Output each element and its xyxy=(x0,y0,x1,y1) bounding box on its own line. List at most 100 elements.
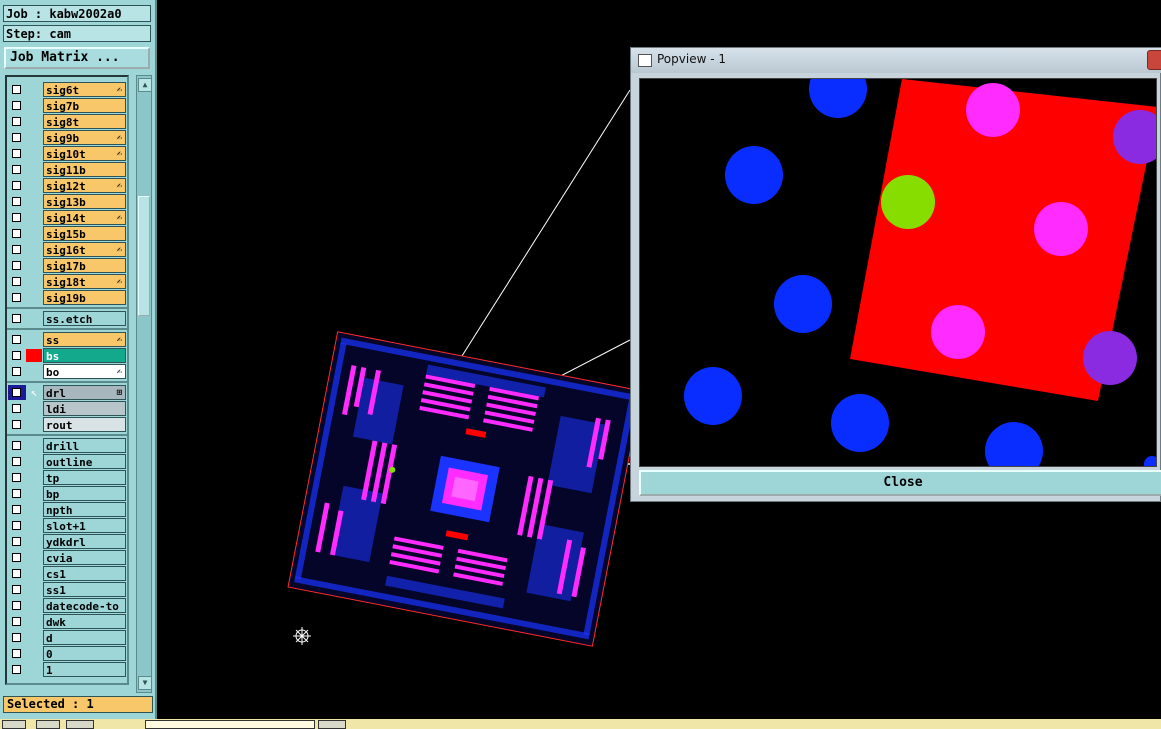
layer-affected-checkbox[interactable] xyxy=(12,165,21,174)
layer-name[interactable]: bs xyxy=(43,348,126,363)
layer-name[interactable]: sig18t ✍ xyxy=(43,274,126,289)
layer-row-1[interactable]: 1 xyxy=(8,662,126,677)
layer-row-tp[interactable]: tp xyxy=(8,470,126,485)
layer-row-sig14t[interactable]: sig14t ✍ xyxy=(8,210,126,225)
layer-name[interactable]: tp xyxy=(43,470,126,485)
layer-affected-checkbox[interactable] xyxy=(12,457,21,466)
layer-checkbox-area[interactable] xyxy=(8,550,26,565)
layer-affected-checkbox[interactable] xyxy=(12,505,21,514)
layer-affected-checkbox[interactable] xyxy=(12,101,21,110)
layer-name[interactable]: dwk xyxy=(43,614,126,629)
layer-affected-checkbox[interactable] xyxy=(12,367,21,376)
layer-affected-checkbox[interactable] xyxy=(12,649,21,658)
layer-name[interactable]: rout xyxy=(43,417,126,432)
layer-checkbox-area[interactable] xyxy=(8,130,26,145)
layer-row-0[interactable]: 0 xyxy=(8,646,126,661)
layer-row-cs1[interactable]: cs1 xyxy=(8,566,126,581)
layer-affected-checkbox[interactable] xyxy=(12,351,21,360)
layer-affected-checkbox[interactable] xyxy=(12,85,21,94)
layer-name[interactable]: sig9b ✍ xyxy=(43,130,126,145)
layer-affected-checkbox[interactable] xyxy=(12,277,21,286)
layer-checkbox-area[interactable] xyxy=(8,98,26,113)
layer-affected-checkbox[interactable] xyxy=(12,117,21,126)
layer-affected-checkbox[interactable] xyxy=(12,197,21,206)
popview-window[interactable]: Popview - 1 Close xyxy=(630,47,1161,502)
toolbar-button[interactable] xyxy=(66,720,94,729)
layer-name[interactable]: ydkdrl xyxy=(43,534,126,549)
layer-name[interactable]: cs1 xyxy=(43,566,126,581)
layer-name[interactable]: npth xyxy=(43,502,126,517)
layer-name[interactable]: sig16t ✍ xyxy=(43,242,126,257)
layer-checkbox-area[interactable] xyxy=(8,114,26,129)
layer-affected-checkbox[interactable] xyxy=(12,293,21,302)
layer-checkbox-area[interactable] xyxy=(8,348,26,363)
layer-row-d[interactable]: d xyxy=(8,630,126,645)
layer-checkbox-area[interactable] xyxy=(8,385,26,400)
layer-affected-checkbox[interactable] xyxy=(12,537,21,546)
layer-row-sig9b[interactable]: sig9b ✍ xyxy=(8,130,126,145)
layer-affected-checkbox[interactable] xyxy=(12,633,21,642)
scrollbar-thumb[interactable] xyxy=(138,196,150,316)
toolbar-button[interactable] xyxy=(318,720,346,729)
layer-row-drl[interactable]: ↖ drl ⊞ xyxy=(8,385,126,400)
layer-checkbox-area[interactable] xyxy=(8,178,26,193)
layer-display-swatch[interactable] xyxy=(26,349,42,362)
layer-name[interactable]: ss1 xyxy=(43,582,126,597)
layer-affected-checkbox[interactable] xyxy=(12,261,21,270)
layer-name[interactable]: sig11b xyxy=(43,162,126,177)
layer-row-cvia[interactable]: cvia xyxy=(8,550,126,565)
layer-row-ss.etch[interactable]: ss.etch xyxy=(8,311,126,326)
layer-row-sig15b[interactable]: sig15b xyxy=(8,226,126,241)
layer-checkbox-area[interactable] xyxy=(8,518,26,533)
layer-name[interactable]: outline xyxy=(43,454,126,469)
layer-name[interactable]: sig10t ✍ xyxy=(43,146,126,161)
layer-row-ldi[interactable]: ldi xyxy=(8,401,126,416)
layer-affected-checkbox[interactable] xyxy=(12,441,21,450)
layer-checkbox-area[interactable] xyxy=(8,438,26,453)
layer-affected-checkbox[interactable] xyxy=(12,473,21,482)
layer-affected-checkbox[interactable] xyxy=(12,213,21,222)
layer-checkbox-area[interactable] xyxy=(8,417,26,432)
layer-affected-checkbox[interactable] xyxy=(12,314,21,323)
layer-checkbox-area[interactable] xyxy=(8,364,26,379)
layer-row-ydkdrl[interactable]: ydkdrl xyxy=(8,534,126,549)
layer-checkbox-area[interactable] xyxy=(8,646,26,661)
layer-affected-checkbox[interactable] xyxy=(12,569,21,578)
layer-checkbox-area[interactable] xyxy=(8,82,26,97)
layer-name[interactable]: ldi xyxy=(43,401,126,416)
layer-checkbox-area[interactable] xyxy=(8,598,26,613)
layer-name[interactable]: cvia xyxy=(43,550,126,565)
layer-row-npth[interactable]: npth xyxy=(8,502,126,517)
layer-affected-checkbox[interactable] xyxy=(12,585,21,594)
layer-checkbox-area[interactable] xyxy=(8,274,26,289)
layer-row-sig17b[interactable]: sig17b xyxy=(8,258,126,273)
layer-checkbox-area[interactable] xyxy=(8,146,26,161)
layer-row-sig7b[interactable]: sig7b xyxy=(8,98,126,113)
layer-affected-checkbox[interactable] xyxy=(12,665,21,674)
layer-checkbox-area[interactable] xyxy=(8,534,26,549)
layer-name[interactable]: ss.etch xyxy=(43,311,126,326)
layer-row-slot+1[interactable]: slot+1 xyxy=(8,518,126,533)
layer-name[interactable]: bp xyxy=(43,486,126,501)
scroll-up-arrow-icon[interactable]: ▲ xyxy=(138,78,152,92)
layer-name[interactable]: sig7b xyxy=(43,98,126,113)
layer-checkbox-area[interactable] xyxy=(8,630,26,645)
layer-row-outline[interactable]: outline xyxy=(8,454,126,469)
layer-name[interactable]: datecode-to xyxy=(43,598,126,613)
layer-name[interactable]: drill xyxy=(43,438,126,453)
close-icon[interactable] xyxy=(1147,50,1161,70)
layer-row-sig6t[interactable]: sig6t ✍ xyxy=(8,82,126,97)
command-input[interactable] xyxy=(145,720,315,729)
layer-checkbox-area[interactable] xyxy=(8,242,26,257)
layer-affected-checkbox[interactable] xyxy=(12,601,21,610)
toolbar-button[interactable] xyxy=(2,720,26,729)
layer-affected-checkbox[interactable] xyxy=(12,489,21,498)
layer-row-bo[interactable]: bo ✍ xyxy=(8,364,126,379)
close-button[interactable]: Close xyxy=(639,470,1161,496)
layer-row-bp[interactable]: bp xyxy=(8,486,126,501)
layer-row-sig8t[interactable]: sig8t xyxy=(8,114,126,129)
layer-checkbox-area[interactable] xyxy=(8,290,26,305)
layer-checkbox-area[interactable] xyxy=(8,454,26,469)
layer-name[interactable]: sig6t ✍ xyxy=(43,82,126,97)
job-matrix-button[interactable]: Job Matrix ... xyxy=(4,47,150,69)
